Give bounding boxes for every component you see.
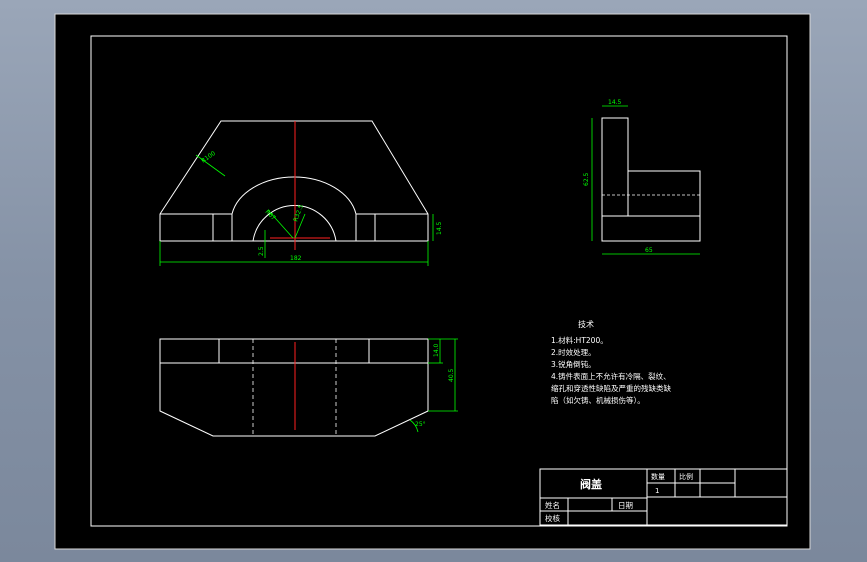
notes-line-3: 3.锐角倒钝。 [551, 359, 596, 369]
dim-text-bottom-upper: 14.0 [433, 343, 440, 357]
dim-text-bottom-total: 40.5 [448, 368, 455, 382]
dim-text-side-top: 14.5 [608, 99, 622, 106]
dim-text-2-5: 2.5 [258, 246, 265, 256]
dim-text-14-5: 14.5 [436, 221, 443, 235]
notes-line-4: 4.铸件表面上不允许有冷隔、裂纹、 [551, 371, 671, 381]
dim-text-side-height: 62.5 [583, 172, 590, 186]
title-qty-value: 1 [655, 487, 659, 495]
notes-line-2: 2.时效处理。 [551, 347, 596, 357]
notes-line-6: 陷（如欠铸、机械损伤等）。 [551, 395, 645, 405]
title-date-label: 日期 [618, 501, 633, 510]
title-scale-label: 比例 [679, 472, 693, 481]
notes-line-1: 1.材料:HT200。 [551, 335, 608, 345]
dim-text-182: 182 [290, 255, 302, 262]
title-check-label: 校核 [545, 513, 560, 523]
title-part-name: 阀盖 [580, 477, 602, 491]
title-name-label: 姓名 [545, 500, 560, 510]
notes-line-5: 缩孔和穿透性缺陷及严重的残缺类缺 [551, 383, 671, 393]
cad-drawing-canvas: R100 R67 R32.5 182 14.5 2.5 14.5 62.5 65 [54, 13, 811, 550]
dim-text-bottom-angle: 25° [415, 421, 426, 428]
notes-heading: 技术 [578, 319, 594, 329]
dim-text-side-base: 65 [645, 247, 653, 254]
title-qty-label: 数量 [651, 472, 665, 481]
